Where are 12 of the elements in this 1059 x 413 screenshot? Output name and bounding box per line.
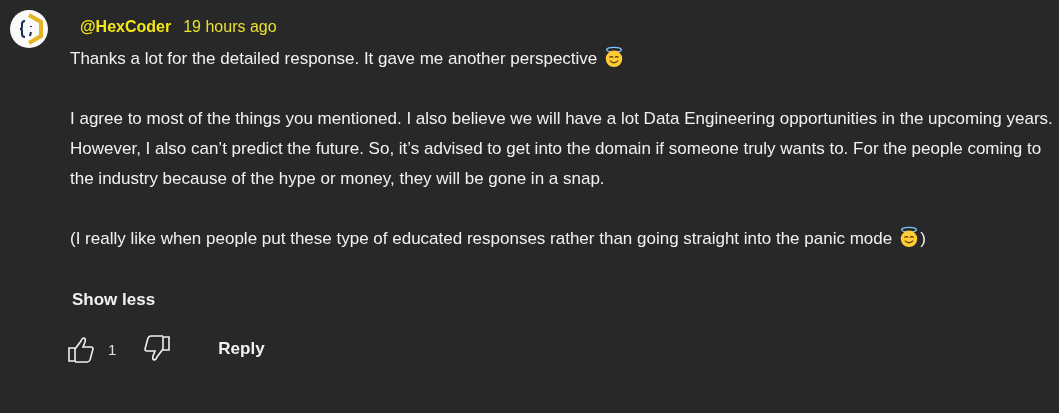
avatar-icon[interactable] [10,10,48,48]
thumbs-down-icon[interactable] [142,334,173,364]
comment-text: I agree to most of the things you mentioned. I also believe we will have a lot Data Engineering opportunities in the upcoming years. However, I also can’t predict the future. So, it’s advised to get into the domain if someone truly wants to. For the people coming to the industry because of the hype or money, they will be gone in a snap. [70,109,1053,188]
show-less-button[interactable]: Show less [72,284,156,316]
comment-text: Thanks a lot for the detailed response. It gave me another perspective [70,49,598,68]
comment-time[interactable]: 19 hours ago [183,18,277,36]
comment-text: (I really like when people put these type of educated responses rather than going straight into the panic mode [70,229,893,248]
like-count: 1 [108,340,117,358]
reply-button[interactable]: Reply [214,335,269,363]
author-name[interactable]: @HexCoder [80,18,172,36]
thumbs-up-icon[interactable] [66,334,96,364]
comment-text: ) [920,229,926,248]
